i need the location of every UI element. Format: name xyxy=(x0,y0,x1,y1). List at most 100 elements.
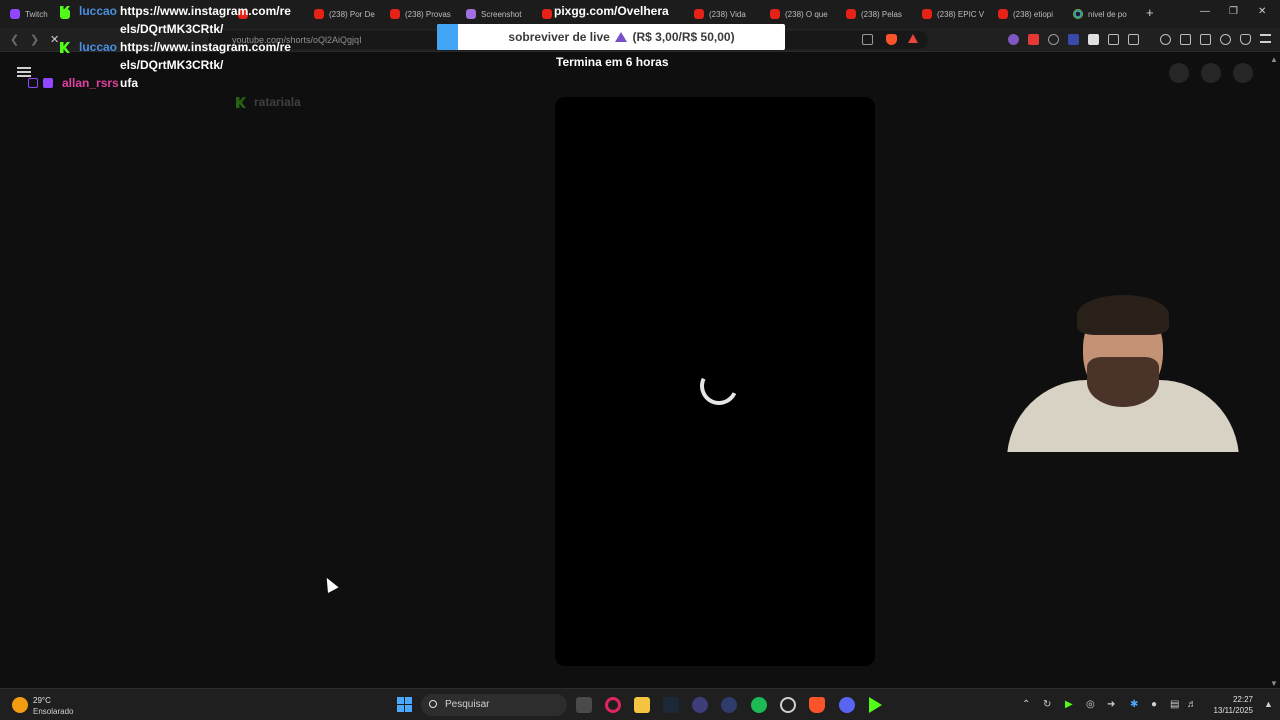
steam-icon[interactable] xyxy=(663,697,679,713)
discord-icon[interactable] xyxy=(839,697,855,713)
tab-label: (238) Vida xyxy=(709,9,746,19)
spotify-icon[interactable] xyxy=(751,697,767,713)
chat-text: https://www.instagram.com/reels/DQrtMK3C… xyxy=(120,4,291,36)
tab-label: Twitch xyxy=(25,9,48,19)
webcam-beard xyxy=(1087,357,1159,407)
chat-username: luccao xyxy=(79,4,118,18)
alert-text: sobreviver de live (R$ 3,00/R$ 50,00) xyxy=(458,30,785,44)
brave-icon[interactable] xyxy=(809,697,825,713)
shorts-video-player[interactable] xyxy=(555,97,875,666)
volume-icon[interactable]: ♬ xyxy=(1187,699,1197,710)
chat-text: https://www.instagram.com/reels/DQrtMK3C… xyxy=(120,40,291,72)
back-icon[interactable]: ❮ xyxy=(10,33,19,46)
youtube-icon xyxy=(314,9,324,19)
youtube-icon xyxy=(922,9,932,19)
tab-screenshot[interactable]: Screenshot xyxy=(466,3,528,25)
stop-icon[interactable]: ✕ xyxy=(50,33,59,46)
action-button[interactable] xyxy=(1201,63,1221,83)
app-icon[interactable] xyxy=(692,697,708,713)
kick-badge-icon xyxy=(236,97,246,108)
weather-condition: Ensolarado xyxy=(33,707,74,716)
action-button[interactable] xyxy=(1233,63,1253,83)
kick-app-icon[interactable] xyxy=(869,697,882,713)
notification-bell-icon[interactable]: ▲ xyxy=(1264,699,1273,709)
extension-icon[interactable] xyxy=(1048,34,1059,45)
chat-username: ratariala xyxy=(254,95,301,109)
pixgg-link: pixgg.com/Ovelhera xyxy=(554,4,669,18)
tab-google[interactable]: nivel de po xyxy=(1073,3,1135,25)
webcam-overlay xyxy=(1007,295,1239,452)
file-explorer-icon[interactable] xyxy=(634,697,650,713)
scroll-up-icon[interactable]: ▲ xyxy=(1270,55,1278,64)
play-icon[interactable]: ▶ xyxy=(1065,699,1073,710)
forward-icon[interactable]: ❯ xyxy=(30,33,39,46)
search-placeholder: Pesquisar xyxy=(445,699,490,710)
app-icon[interactable] xyxy=(780,697,796,713)
tab-label: (238) EPIC V xyxy=(937,9,984,19)
close-icon[interactable]: ✕ xyxy=(1258,6,1266,17)
tab-youtube[interactable]: (238) O que xyxy=(770,3,832,25)
chat-username: allan_rsrs xyxy=(62,76,119,90)
chat-text: ufa xyxy=(120,76,138,90)
windows-taskbar: 29°C Ensolarado Pesquisar ⌃ ↻ ▶ ◎ ➜ ✱ ● … xyxy=(0,688,1280,720)
extension-icon[interactable] xyxy=(1088,34,1099,45)
tab-youtube[interactable]: (238) etiopi xyxy=(998,3,1060,25)
taskbar-search[interactable]: Pesquisar xyxy=(421,694,567,716)
new-tab-button[interactable]: + xyxy=(1146,5,1154,20)
vpn-icon[interactable] xyxy=(1240,34,1251,45)
tab-youtube[interactable] xyxy=(542,3,554,25)
goal-alert-banner: sobreviver de live (R$ 3,00/R$ 50,00) xyxy=(437,24,785,50)
sun-icon xyxy=(12,697,28,713)
sync-icon[interactable]: ↻ xyxy=(1043,699,1051,710)
extension-icon[interactable] xyxy=(1068,34,1079,45)
scroll-down-icon[interactable]: ▼ xyxy=(1270,679,1278,688)
minimize-icon[interactable]: — xyxy=(1200,6,1210,17)
action-button[interactable] xyxy=(1169,63,1189,83)
opera-icon[interactable] xyxy=(605,697,621,713)
sidebar-icon[interactable] xyxy=(1180,34,1191,45)
wallet-icon[interactable] xyxy=(1200,34,1211,45)
tab-label: (238) Pelas xyxy=(861,9,902,19)
network-icon[interactable]: ▤ xyxy=(1170,699,1179,710)
chat-username: luccao xyxy=(79,40,118,54)
arrow-icon[interactable]: ➜ xyxy=(1107,699,1115,710)
tab-youtube[interactable]: (238) EPIC V xyxy=(922,3,984,25)
tab-label: nivel de po xyxy=(1088,9,1127,19)
mouse-cursor-icon xyxy=(321,575,339,593)
menu-icon[interactable] xyxy=(1260,34,1271,43)
extension-icon[interactable] xyxy=(1008,34,1019,45)
brave-shield-icon[interactable] xyxy=(886,34,897,45)
youtube-icon xyxy=(846,9,856,19)
google-icon xyxy=(1073,9,1083,19)
search-icon xyxy=(429,700,437,708)
restore-icon[interactable]: ❐ xyxy=(1229,6,1238,17)
system-clock[interactable]: 22:27 13/11/2025 xyxy=(1207,694,1253,716)
screenshot-icon[interactable] xyxy=(1128,34,1139,45)
goal-amount: (R$ 3,00/R$ 50,00) xyxy=(632,30,735,44)
microphone-icon[interactable]: ● xyxy=(1151,699,1157,710)
sub-badge-icon xyxy=(43,78,53,88)
clock-date: 13/11/2025 xyxy=(1213,706,1253,715)
brave-rewards-icon[interactable] xyxy=(908,34,918,43)
tray-app-icon[interactable]: ◎ xyxy=(1086,699,1095,710)
chevron-up-icon[interactable]: ⌃ xyxy=(1022,699,1030,710)
windows-start-icon[interactable] xyxy=(397,697,412,712)
loading-spinner-icon xyxy=(694,361,744,411)
goal-title: sobreviver de live xyxy=(508,30,610,44)
tab-youtube[interactable]: (238) Por De xyxy=(314,3,376,25)
app-icon[interactable] xyxy=(721,697,737,713)
tab-youtube[interactable]: (238) Provas xyxy=(390,3,452,25)
share-icon[interactable] xyxy=(862,34,873,45)
extension-icon[interactable] xyxy=(1028,34,1039,45)
task-view-icon[interactable] xyxy=(576,697,592,713)
music-icon[interactable] xyxy=(1160,34,1171,45)
bluetooth-icon[interactable]: ✱ xyxy=(1130,699,1138,710)
puzzle-icon[interactable] xyxy=(1108,34,1119,45)
tab-youtube[interactable]: (238) Vida xyxy=(694,3,756,25)
tab-label: (238) etiopi xyxy=(1013,9,1054,19)
leo-ai-icon[interactable] xyxy=(1220,34,1231,45)
hamburger-menu-icon[interactable] xyxy=(17,67,31,77)
webcam-hair xyxy=(1077,295,1169,335)
tab-youtube[interactable]: (238) Pelas xyxy=(846,3,908,25)
tab-label: (238) O que xyxy=(785,9,828,19)
